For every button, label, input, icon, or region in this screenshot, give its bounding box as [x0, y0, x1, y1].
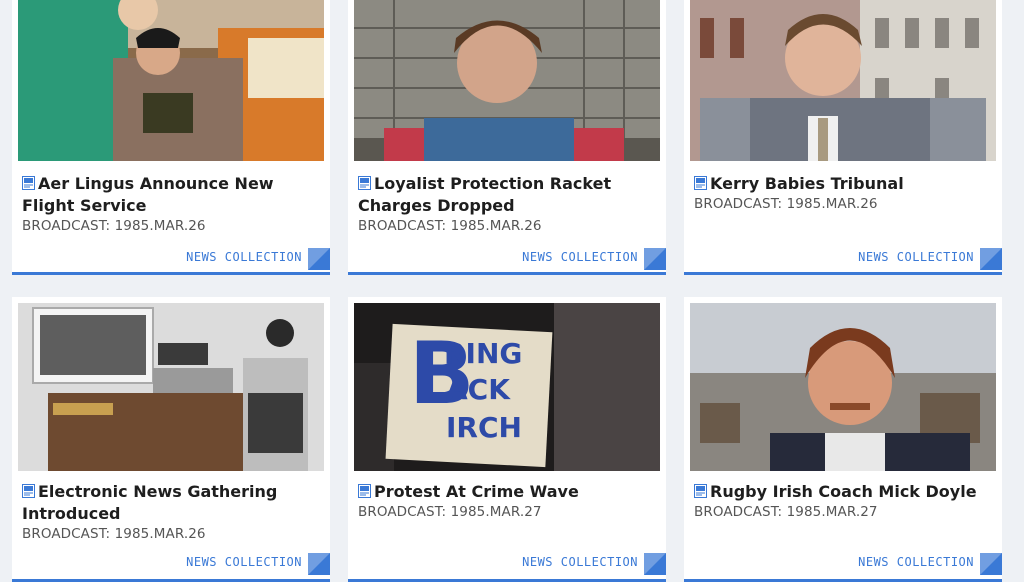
thumbnail-image[interactable]	[690, 303, 996, 471]
document-icon	[694, 176, 707, 190]
document-icon	[694, 484, 707, 498]
thumbnail-image[interactable]	[354, 0, 660, 161]
document-icon	[22, 484, 35, 498]
video-card[interactable]: Rugby Irish Coach Mick Doyle BROADCAST: …	[684, 297, 1002, 582]
card-title[interactable]: Rugby Irish Coach Mick Doyle	[694, 481, 988, 503]
broadcast-date: BROADCAST: 1985.MAR.27	[694, 504, 878, 520]
video-card[interactable]: Aer Lingus Announce New Flight Service B…	[12, 0, 330, 275]
collection-label[interactable]: NEWS COLLECTION	[522, 250, 638, 264]
document-icon	[358, 484, 371, 498]
thumbnail-image[interactable]: B RING ACK IRCH	[354, 303, 660, 471]
video-card[interactable]: B RING ACK IRCH Protest At Crime Wave BR…	[348, 297, 666, 582]
card-title-text: Aer Lingus Announce New Flight Service	[22, 174, 274, 215]
video-card[interactable]: Electronic News Gathering Introduced BRO…	[12, 297, 330, 582]
thumbnail-image[interactable]	[18, 303, 324, 471]
card-title-text: Rugby Irish Coach Mick Doyle	[710, 482, 977, 501]
collection-label[interactable]: NEWS COLLECTION	[186, 250, 302, 264]
card-title-text: Electronic News Gathering Introduced	[22, 482, 278, 523]
card-title-text: Loyalist Protection Racket Charges Dropp…	[358, 174, 612, 215]
corner-fold-icon	[980, 553, 1002, 575]
document-icon	[22, 176, 35, 190]
card-title[interactable]: Protest At Crime Wave	[358, 481, 652, 503]
corner-fold-icon	[980, 248, 1002, 270]
thumbnail-image[interactable]	[18, 0, 324, 161]
collection-label[interactable]: NEWS COLLECTION	[186, 555, 302, 569]
card-title[interactable]: Aer Lingus Announce New Flight Service	[22, 173, 316, 217]
broadcast-date: BROADCAST: 1985.MAR.26	[694, 196, 878, 212]
corner-fold-icon	[644, 553, 666, 575]
corner-fold-icon	[644, 248, 666, 270]
sign-text-line: ACK	[446, 373, 511, 406]
broadcast-date: BROADCAST: 1985.MAR.27	[358, 504, 542, 520]
corner-fold-icon	[308, 553, 330, 575]
sign-text-line: IRCH	[446, 411, 522, 444]
card-title[interactable]: Kerry Babies Tribunal	[694, 173, 988, 195]
corner-fold-icon	[308, 248, 330, 270]
sign-text-line: RING	[444, 337, 522, 370]
thumbnail-image[interactable]	[690, 0, 996, 161]
video-card[interactable]: Kerry Babies Tribunal BROADCAST: 1985.MA…	[684, 0, 1002, 275]
collection-label[interactable]: NEWS COLLECTION	[522, 555, 638, 569]
card-title-text: Protest At Crime Wave	[374, 482, 579, 501]
card-title[interactable]: Electronic News Gathering Introduced	[22, 481, 316, 525]
card-title-text: Kerry Babies Tribunal	[710, 174, 904, 193]
card-title[interactable]: Loyalist Protection Racket Charges Dropp…	[358, 173, 652, 217]
collection-label[interactable]: NEWS COLLECTION	[858, 250, 974, 264]
video-card[interactable]: Loyalist Protection Racket Charges Dropp…	[348, 0, 666, 275]
document-icon	[358, 176, 371, 190]
broadcast-date: BROADCAST: 1985.MAR.26	[22, 526, 206, 542]
broadcast-date: BROADCAST: 1985.MAR.26	[22, 218, 206, 234]
collection-label[interactable]: NEWS COLLECTION	[858, 555, 974, 569]
broadcast-date: BROADCAST: 1985.MAR.26	[358, 218, 542, 234]
